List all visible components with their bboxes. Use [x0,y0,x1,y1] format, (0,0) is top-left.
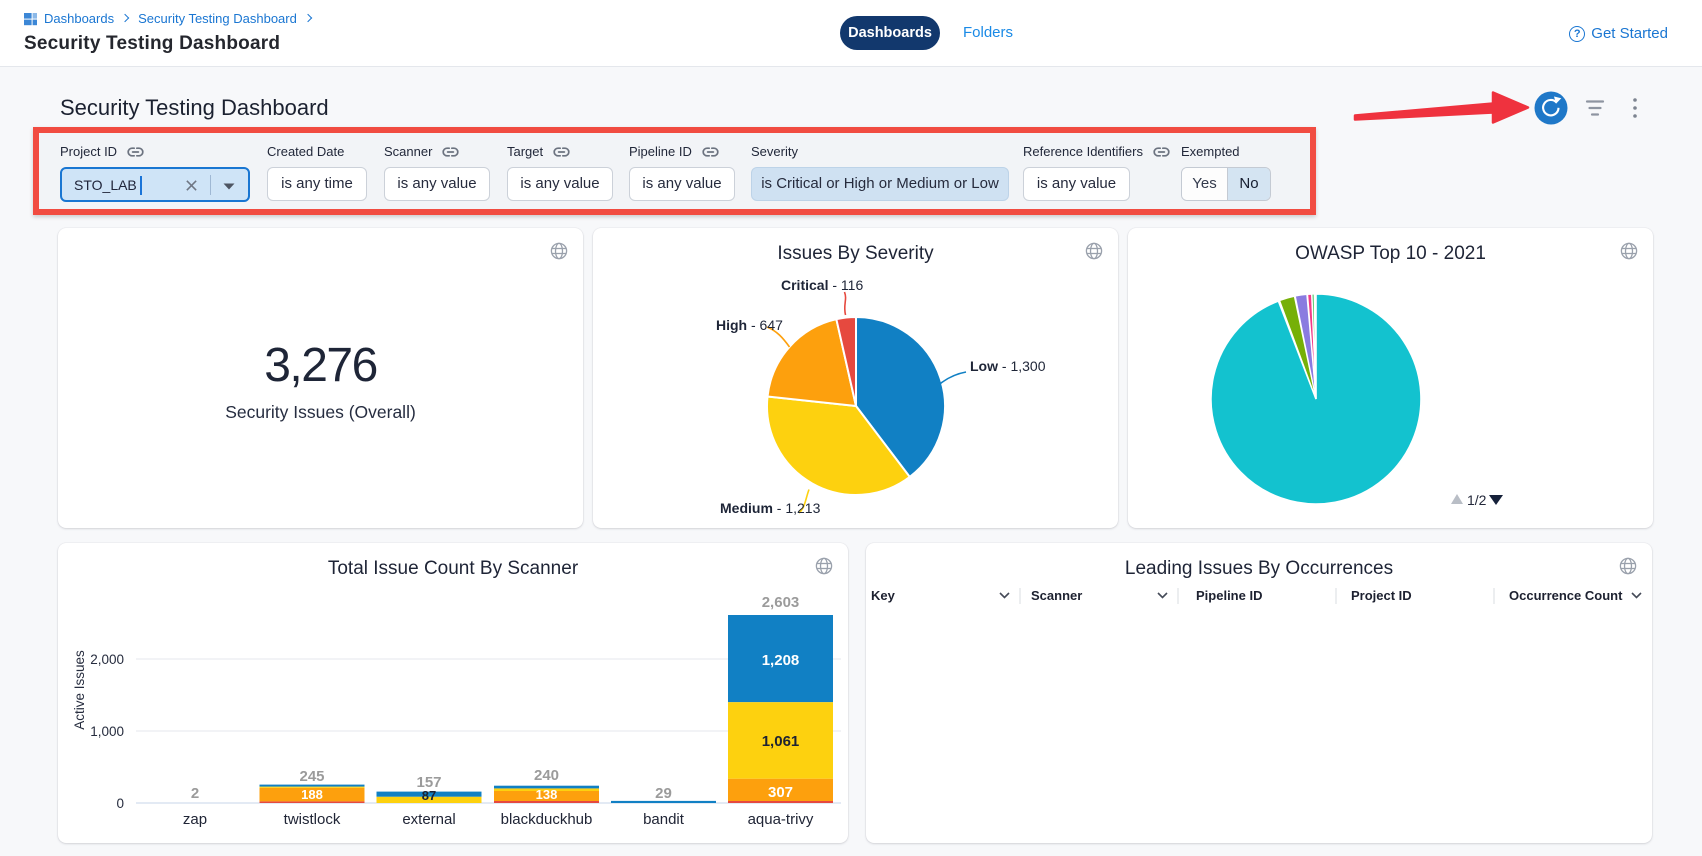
svg-text:Scanner: Scanner [1031,588,1082,603]
svg-text:Low - 1,300: Low - 1,300 [970,358,1046,374]
svg-text:Critical - 116: Critical - 116 [781,277,863,293]
svg-text:Key: Key [871,588,896,603]
svg-text:aqua-trivy: aqua-trivy [748,811,814,828]
svg-text:138: 138 [536,787,558,802]
svg-text:240: 240 [534,767,559,784]
svg-text:Medium - 1,213: Medium - 1,213 [720,500,821,516]
svg-text:0: 0 [116,796,124,811]
svg-text:307: 307 [768,784,793,801]
svg-text:twistlock: twistlock [284,811,341,828]
svg-text:188: 188 [301,787,323,802]
svg-text:zap: zap [183,811,207,828]
svg-text:blackduckhub: blackduckhub [501,811,593,828]
svg-text:Project ID: Project ID [1351,588,1412,603]
svg-text:Occurrence Count: Occurrence Count [1509,588,1623,603]
svg-text:external: external [402,811,455,828]
svg-text:bandit: bandit [643,811,685,828]
svg-text:245: 245 [299,768,324,785]
svg-text:2,603: 2,603 [762,594,800,611]
svg-text:1,208: 1,208 [762,652,800,669]
svg-text:2,000: 2,000 [90,652,124,667]
svg-text:29: 29 [655,785,672,802]
svg-text:Pipeline ID: Pipeline ID [1196,588,1262,603]
svg-text:Active Issues: Active Issues [72,650,87,730]
svg-text:High - 647: High - 647 [716,317,783,333]
svg-text:2: 2 [191,785,199,802]
svg-text:87: 87 [422,788,436,803]
svg-text:1,061: 1,061 [762,733,800,750]
svg-text:1,000: 1,000 [90,724,124,739]
svg-text:1/2: 1/2 [1467,492,1487,508]
